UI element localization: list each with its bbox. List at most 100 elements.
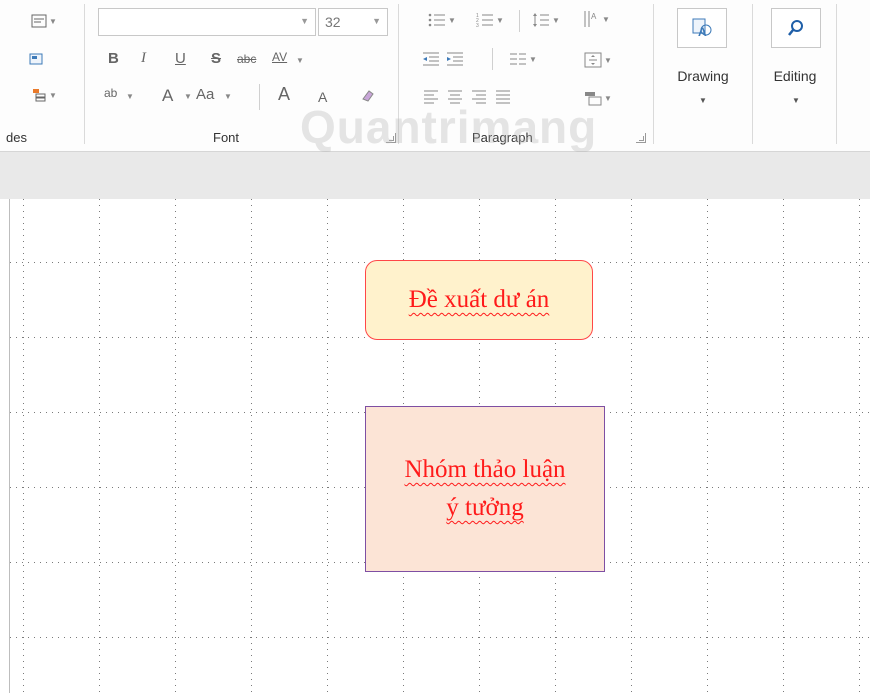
chevron-down-icon: ▼ [49,16,57,26]
ribbon: ▼ ▼ des ▼ 32 ▼ B I U S abc AV ▼ ab ▼ A ▼… [0,0,870,153]
ribbon-separator [752,4,753,144]
smartart-icon [585,92,602,106]
align-text-icon [584,52,602,68]
columns-icon [510,53,527,65]
increase-indent-icon [447,52,463,66]
highlight-button[interactable]: ab [104,86,117,100]
align-left-icon [424,90,438,104]
text-direction-icon: A [584,11,597,27]
chevron-down-icon: ▼ [49,90,57,100]
bullets-icon [428,13,446,27]
section-button[interactable]: ▼ [24,84,64,106]
align-left-button[interactable] [420,86,442,108]
align-right-icon [472,90,486,104]
shape-text-line1[interactable]: Nhóm thảo luận [404,456,565,483]
grid-line [10,637,870,638]
character-spacing-button[interactable]: AV [272,50,287,64]
chevron-down-icon: ▼ [296,56,304,65]
chevron-down-icon: ▼ [529,54,537,64]
paragraph-dialog-launcher[interactable] [636,133,646,143]
grid-line [631,199,632,693]
project-proposal-shape[interactable]: Đề xuất dư án [365,260,593,340]
grid-line [707,199,708,693]
chevron-down-icon: ▼ [602,14,610,24]
font-color-button[interactable]: A [162,86,173,106]
ribbon-collapse-area [0,152,870,199]
align-center-button[interactable] [444,86,466,108]
chevron-down-icon: ▼ [792,96,800,105]
ribbon-separator [492,48,493,70]
reset-slide-icon [29,53,43,65]
font-group-label: Font [213,130,240,145]
chevron-down-icon: ▼ [300,16,309,26]
decrease-indent-icon [423,52,439,66]
align-center-icon [448,90,462,104]
grid-line [23,199,24,693]
ribbon-separator [653,4,654,144]
text-direction-button[interactable]: A ▼ [576,6,616,32]
bold-button[interactable]: B [108,50,119,67]
layout-icon [31,14,47,28]
brainstorm-group-shape[interactable]: Nhóm thảo luận ý tưởng [365,406,605,572]
grid-line [327,199,328,693]
align-right-button[interactable] [468,86,490,108]
chevron-down-icon: ▼ [448,15,456,25]
chevron-down-icon: ▼ [224,92,232,101]
paragraph-group-label: Paragraph [472,130,533,145]
font-name-combobox[interactable]: ▼ [98,8,316,36]
line-spacing-button[interactable]: ▼ [526,8,566,32]
grid-line [251,199,252,693]
search-icon [788,20,803,36]
drawing-label[interactable]: Drawing [668,68,738,84]
shadow-button[interactable]: S [211,50,221,67]
shape-text[interactable]: Đề xuất dư án [409,281,550,319]
reset-button[interactable] [24,48,48,70]
font-dialog-launcher[interactable] [386,133,396,143]
bullets-button[interactable]: ▼ [422,8,462,32]
justify-button[interactable] [492,86,514,108]
editing-button[interactable] [771,8,821,48]
align-text-button[interactable]: ▼ [578,48,618,72]
chevron-down-icon: ▼ [699,96,707,105]
ribbon-separator [519,10,520,32]
svg-text:3: 3 [476,23,479,28]
grid-line [859,199,860,693]
ribbon-separator [398,4,399,144]
ribbon-separator [259,84,260,110]
section-icon [33,89,46,102]
clear-formatting-button[interactable] [357,84,379,108]
ribbon-separator [836,4,837,144]
grid-line [99,199,100,693]
shape-text-line2[interactable]: ý tưởng [446,494,523,521]
justify-icon [496,90,510,104]
font-size-value: 32 [325,14,341,30]
slide-edge [9,199,10,693]
columns-button[interactable]: ▼ [502,48,544,70]
grid-line [783,199,784,693]
eraser-icon [362,90,374,102]
font-size-combobox[interactable]: 32 ▼ [318,8,388,36]
chevron-down-icon: ▼ [604,93,612,103]
slides-group-label: des [6,130,27,145]
chevron-down-icon: ▼ [184,92,192,101]
shrink-font-button[interactable]: A [318,89,327,105]
italic-button[interactable]: I [141,50,146,67]
layout-button[interactable]: ▼ [24,10,64,32]
svg-text:A: A [591,12,597,21]
chevron-down-icon: ▼ [496,15,504,25]
grow-font-button[interactable]: A [278,84,290,105]
grid-line [175,199,176,693]
numbering-button[interactable]: 123 ▼ [470,8,510,32]
line-spacing-icon [533,13,550,27]
smartart-button[interactable]: ▼ [578,86,618,110]
drawing-icon: A [692,18,712,39]
underline-button[interactable]: U [175,50,186,67]
drawing-button[interactable]: A [677,8,727,48]
editing-label[interactable]: Editing [760,68,830,84]
chevron-down-icon: ▼ [372,16,381,26]
strikethrough-button[interactable]: abc [237,52,256,66]
increase-indent-button[interactable] [444,48,466,70]
chevron-down-icon: ▼ [126,92,134,101]
decrease-indent-button[interactable] [420,48,442,70]
change-case-button[interactable]: Aa [196,86,214,103]
